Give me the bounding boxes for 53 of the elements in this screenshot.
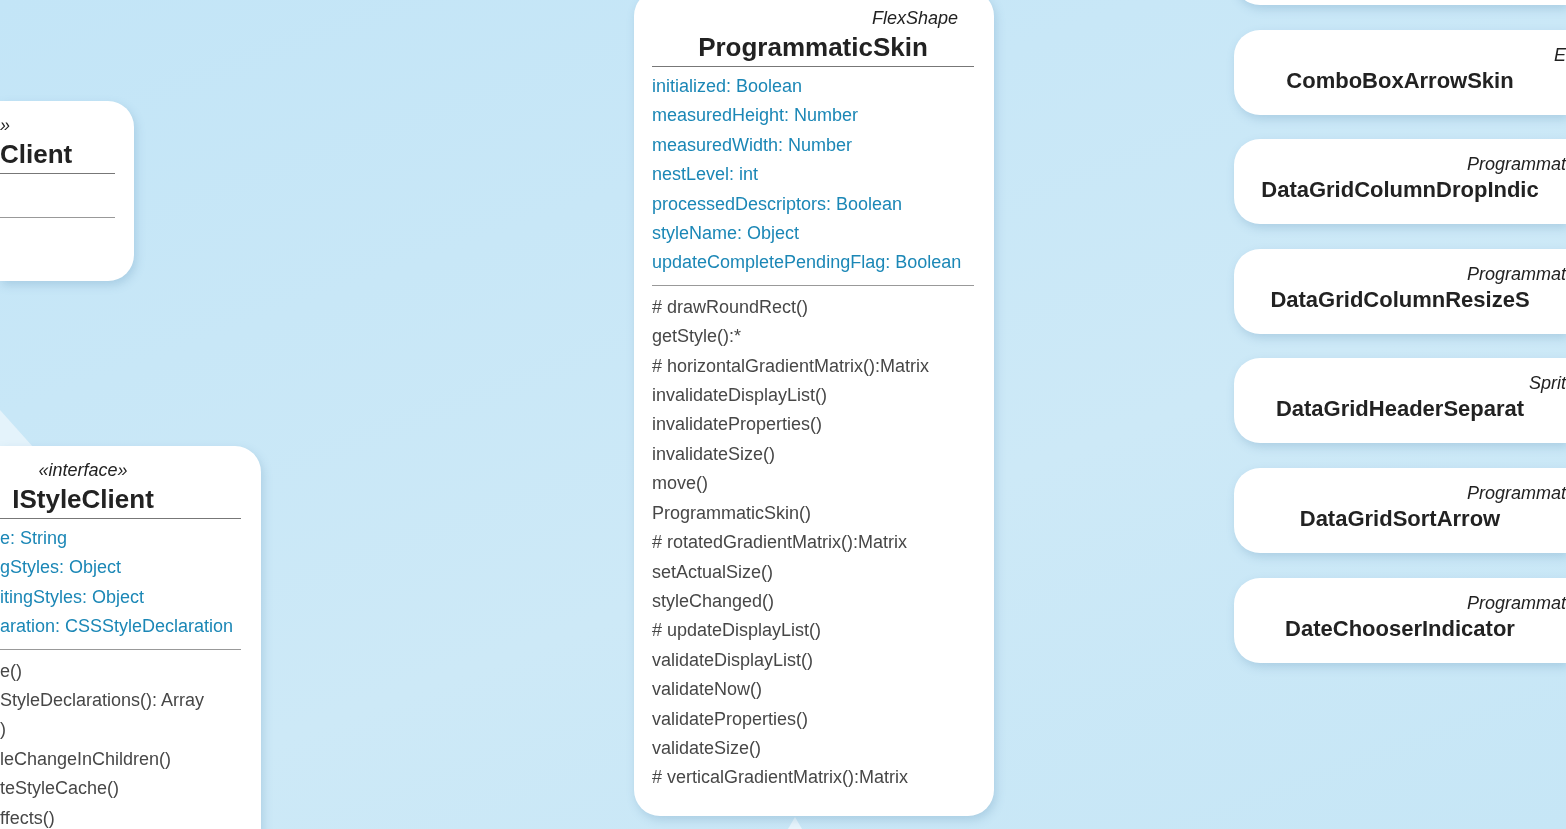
class-name: DataGridSortArrow xyxy=(1299,504,1501,533)
method-text: ffects() xyxy=(0,806,55,829)
method-text: invalidateProperties() xyxy=(652,413,823,437)
class-name: ProgrammaticSkin xyxy=(698,31,928,64)
attribute-text: styleName: Object xyxy=(652,222,800,246)
stereotype-label: Programmat xyxy=(1466,262,1566,285)
method-text: # drawRoundRect() xyxy=(652,295,809,319)
attribute-text: initialized: Boolean xyxy=(652,75,803,98)
method-text: e() xyxy=(0,659,22,683)
method-text: styleChanged() xyxy=(652,589,775,613)
method-text: validateNow() xyxy=(652,678,763,702)
attribute-text: itingStyles: Object xyxy=(0,585,145,609)
method-text: validateSize() xyxy=(652,736,762,760)
method-text: getStyle():* xyxy=(652,325,742,349)
class-name: DateChooserIndicator xyxy=(1285,614,1515,643)
method-text: validateDisplayList() xyxy=(652,648,814,672)
stereotype-label: FlexShape xyxy=(871,7,959,30)
stereotype-label: Sprit xyxy=(1529,372,1566,395)
method-text: ) xyxy=(0,718,6,742)
method-text: move() xyxy=(652,472,708,496)
method-text: # rotatedGradientMatrix():Matrix xyxy=(652,531,908,555)
stereotype-label: » xyxy=(0,114,10,137)
class-name: IStyleClient xyxy=(12,483,154,516)
class-name: Client xyxy=(0,138,73,171)
attribute-text: gStyles: Object xyxy=(0,556,122,580)
stereotype-label: E xyxy=(1554,43,1566,66)
attribute-text: aration: CSSStyleDeclaration xyxy=(0,615,234,639)
stereotype-label: Programmat xyxy=(1466,153,1566,176)
method-text: validateProperties() xyxy=(652,707,809,731)
class-name: ComboBoxArrowSkin xyxy=(1286,66,1514,95)
stereotype-label: Programmat xyxy=(1466,481,1566,504)
method-text: ProgrammaticSkin() xyxy=(652,501,812,525)
attribute-text: updateCompletePendingFlag: Boolean xyxy=(652,251,962,275)
method-text: invalidateSize() xyxy=(652,442,776,466)
method-text: invalidateDisplayList() xyxy=(652,384,828,408)
stereotype-label: Programmat xyxy=(1466,591,1566,614)
class-name: DataGridHeaderSeparat xyxy=(1275,395,1525,424)
method-text: setActualSize() xyxy=(652,560,774,584)
class-name: DataGridColumnDropIndic xyxy=(1261,176,1539,205)
method-text: # verticalGradientMatrix():Matrix xyxy=(652,766,909,790)
attribute-text: measuredHeight: Number xyxy=(652,104,859,128)
method-text: leChangeInChildren() xyxy=(0,747,172,771)
method-text: StyleDeclarations(): Array xyxy=(0,689,205,713)
method-text: # updateDisplayList() xyxy=(652,619,822,643)
attribute-text: nestLevel: int xyxy=(652,163,759,187)
attribute-text: e: String xyxy=(0,527,68,550)
attribute-text: measuredWidth: Number xyxy=(652,133,853,157)
class-name: DataGridColumnResizeS xyxy=(1270,285,1530,314)
method-text: # horizontalGradientMatrix():Matrix xyxy=(652,354,930,378)
inheritance-arrow xyxy=(788,817,802,829)
method-text: teStyleCache() xyxy=(0,777,120,801)
stereotype-label: «interface» xyxy=(38,459,128,482)
attribute-text: processedDescriptors: Boolean xyxy=(652,192,903,216)
